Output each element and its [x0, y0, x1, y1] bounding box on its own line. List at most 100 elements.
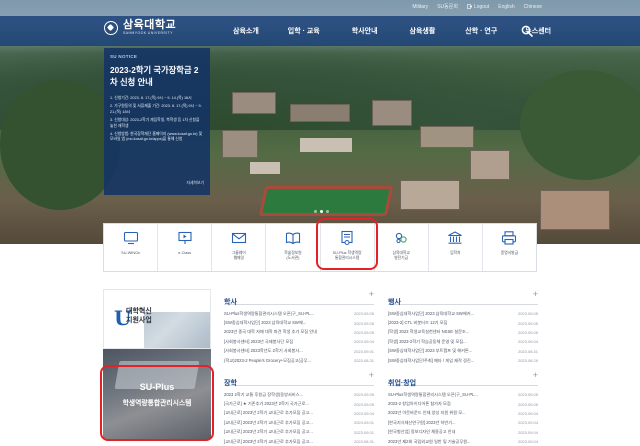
- board-header: 학사 +: [224, 289, 374, 306]
- board-item-title: [SW중심대학사업단] 2023 삼육대학교 SW해...: [224, 320, 307, 326]
- promo-su-plus-banner[interactable]: SU-Plus 학생역량통합관리시스템: [103, 349, 211, 439]
- board-item[interactable]: 2023 2학기 교통 후원금 장학생(동방서비스... 2023.09.05: [224, 390, 374, 399]
- quick-link-groupware[interactable]: 그룹웨어 웹메일: [212, 224, 267, 271]
- board-item[interactable]: [SW중심대학사업단] 2023 부트캠프 및 해커톤... 2023.08.31: [388, 347, 538, 356]
- board-item[interactable]: [SW중심대학사업단] 2023 삼육대학교 SW해... 2023.09.05: [224, 318, 374, 327]
- board-item[interactable]: [2023-2] CTL 비봇터즈 12기 모집 2023.09.05: [388, 318, 538, 327]
- logout-icon: [467, 4, 472, 9]
- board-item[interactable]: [SW중심대학사업단] 2023 삼육대학교 SW해커... 2023.09.05: [388, 309, 538, 318]
- notice-more-link[interactable]: 자세히보기: [187, 181, 204, 186]
- menu-item-about[interactable]: 삼육소개: [233, 26, 259, 36]
- quick-link-su-plus[interactable]: SU-Plus 학생역량 통합관리시스템: [321, 224, 375, 271]
- promo-title-line: 지원사업: [126, 316, 152, 324]
- slider-pagination: [314, 210, 329, 213]
- board-item[interactable]: [학생] 2023-2학기 학습공동체 운영 및 모집... 2023.09.04: [388, 337, 538, 346]
- presentation-icon: [178, 231, 192, 244]
- campus-building: [420, 126, 474, 148]
- quick-link-development-fund[interactable]: 삼육대학교 발전기금: [375, 224, 429, 271]
- board-item[interactable]: 2023-2 창업아이디어톤 참가자 모집 2023.09.05: [388, 399, 538, 408]
- campus-building: [222, 130, 258, 158]
- board-item-title: [학생] 2023 학생교육실천센터 NSSE 설문조...: [388, 329, 470, 335]
- board-item-title: [2023-2] CTL 비봇터즈 12기 모집: [388, 320, 448, 326]
- utility-links: Military SU동문회 Logout English Chinese: [412, 3, 542, 11]
- board-item[interactable]: [교내근로] 2023년 2학기 교내근로 추가모집 공고... 2023.08.…: [224, 437, 374, 446]
- board-title[interactable]: 장학: [224, 380, 237, 387]
- utility-logout[interactable]: Logout: [467, 3, 489, 10]
- quick-link-su-wings[interactable]: SU-WINGs: [104, 224, 159, 271]
- board-item[interactable]: [사회봉사센터] 2023년 국제봉사단 모집 2023.09.04: [224, 337, 374, 346]
- board-item[interactable]: 2023년 중국 대학 자매 대학 파견 학생 추가 모집 안내 2023.09.…: [224, 328, 374, 337]
- board-item[interactable]: [SW중심대학사업단/주최] 메타 / 게임 제작 경진... 2023.08.2…: [388, 356, 538, 365]
- board-item[interactable]: [교내근로] 2023년 2학기 교내근로 추가모집 공고... 2023.09.…: [224, 418, 374, 427]
- menu-item-admission[interactable]: 입학 · 교육: [288, 26, 320, 36]
- utility-bar: Military SU동문회 Logout English Chinese: [0, 0, 640, 15]
- board-item-title: (학교)2023-2 People's Grocery+모집공고(공무...: [224, 357, 312, 363]
- more-plus-icon[interactable]: +: [533, 289, 538, 299]
- site-logo[interactable]: 삼육대학교 SAHMYOOK UNIVERSITY: [104, 20, 176, 36]
- campus-building: [372, 100, 412, 126]
- board-header: 행사 +: [388, 289, 538, 306]
- slider-dot[interactable]: [326, 210, 329, 213]
- fund-icon: [396, 232, 407, 244]
- board-item[interactable]: SU-Plus학생역량통합관리시스템 오픈(구_SU-PL... 2023.09.…: [224, 309, 374, 318]
- quick-link-label: SU-Plus 학생역량 통합관리시스템: [332, 251, 362, 261]
- forest: [0, 80, 120, 210]
- board-item[interactable]: 2023년 제2회 국립외교원 일반 및 기술공무원... 2023.09.04: [388, 437, 538, 446]
- more-plus-icon[interactable]: +: [369, 370, 374, 380]
- board-item-title: [교내근로] 2023년 2학기 교내근로 추가모집 공고...: [224, 429, 313, 435]
- menu-item-academic[interactable]: 학사안내: [352, 26, 378, 36]
- quick-link-certificate-issue[interactable]: 증명서발급: [483, 224, 536, 271]
- board-item[interactable]: (학교)2023-2 People's Grocery+모집공고(공무... 20…: [224, 356, 374, 365]
- notice-line: 4. 신청방법: 한국장학재단 홈페이지 (www.kosaf.go.kr) 및…: [110, 131, 203, 142]
- board-item[interactable]: [국가근로] ★ 기존추가 2023년 2학기 국가근로... 2023.09.0…: [224, 399, 374, 408]
- board-item-date: 2023.09.04: [517, 410, 538, 416]
- quick-links-bar: SU-WINGs e-Class 그룹웨어 웹메일 학술정보원 (도서관) SU…: [103, 223, 537, 272]
- notice-line: 1. 신청기간: 2023. 8. 17.(목) 9시 ~ 9. 14.(목) …: [110, 96, 192, 101]
- board-title[interactable]: 행사: [388, 299, 401, 306]
- notice-body: 1. 신청기간: 2023. 8. 17.(목) 9시 ~ 9. 14.(목) …: [110, 96, 204, 143]
- promo-innovation-banner[interactable]: U 대학혁신 지원사업: [103, 289, 211, 349]
- board-item-date: 2023.09.05: [517, 311, 538, 317]
- more-plus-icon[interactable]: +: [369, 289, 374, 299]
- slider-dot-active[interactable]: [320, 210, 323, 213]
- board-item-title: [SW중심대학사업단/주최] 메타 / 게임 제작 경진...: [388, 357, 475, 363]
- menu-item-campus-life[interactable]: 삼육생활: [410, 26, 436, 36]
- logo-english: SAHMYOOK UNIVERSITY: [123, 31, 173, 35]
- notice-title[interactable]: 2023-2학기 국가장학금 2차 신청 안내: [110, 65, 204, 88]
- utility-english[interactable]: English: [498, 3, 514, 10]
- board-list: [SW중심대학사업단] 2023 삼육대학교 SW해커... 2023.09.05…: [388, 309, 538, 365]
- board-item[interactable]: [한국형산업] 정보디자인 채용공고 안내 2023.09.04: [388, 428, 538, 437]
- utility-alumni[interactable]: SU동문회: [437, 3, 458, 10]
- board-title[interactable]: 취업·창업: [388, 380, 416, 387]
- search-icon[interactable]: [521, 25, 533, 37]
- quick-link-label: 학술정보원 (도서관): [284, 251, 302, 261]
- board-item[interactable]: SU-Plus학생역량통합관리시스템 오픈(구_SU-PL... 2023.09.…: [388, 390, 538, 399]
- students-photo: [144, 312, 210, 348]
- campus-roof: [300, 138, 352, 152]
- board-title[interactable]: 학사: [224, 299, 237, 306]
- notice-panel: SU NOTICE 2023-2학기 국가장학금 2차 신청 안내 1. 신청기…: [104, 48, 210, 195]
- utility-chinese[interactable]: Chinese: [524, 3, 542, 10]
- board-item[interactable]: [한국지식재산연구원] 2023년 하반기... 2023.09.04: [388, 418, 538, 427]
- board-item[interactable]: [교내근로] 2023년 2학기 교내근로 추가모집 공고... 2023.09.…: [224, 428, 374, 437]
- board-item-date: 2023.08.31: [517, 348, 538, 354]
- board-item-date: 2023.09.04: [517, 429, 538, 435]
- board-item[interactable]: [학생] 2023 학생교육실천센터 NSSE 설문조... 2023.09.05: [388, 328, 538, 337]
- board-header: 장학 +: [224, 370, 374, 387]
- board-item[interactable]: [사회봉사센터] 2023학년도 2학기 사회봉사... 2023.09.01: [224, 347, 374, 356]
- board-item-title: [한국지식재산연구원] 2023년 하반기...: [388, 419, 456, 425]
- quick-link-admissions[interactable]: 입학처: [429, 224, 483, 271]
- board-item-date: 2023.09.05: [353, 320, 374, 326]
- board-item-date: 2023.09.05: [353, 329, 374, 335]
- quick-link-library[interactable]: 학술정보원 (도서관): [266, 224, 321, 271]
- board-item[interactable]: [교내근로] 2023년 2학기 교내근로 추가모집 공고... 2023.09.…: [224, 409, 374, 418]
- campus-building: [540, 190, 610, 230]
- board-item[interactable]: 2023년 아웃바운드 인재 양성 지원 위원 모... 2023.09.04: [388, 409, 538, 418]
- slider-dot[interactable]: [314, 210, 317, 213]
- quick-link-eclass[interactable]: e-Class: [158, 224, 213, 271]
- promo-su-plus-subtitle: 학생역량통합관리시스템: [122, 400, 192, 407]
- more-plus-icon[interactable]: +: [533, 370, 538, 380]
- menu-item-research[interactable]: 산학 · 연구: [465, 26, 497, 36]
- campus-building: [470, 150, 510, 180]
- utility-military[interactable]: Military: [412, 3, 428, 10]
